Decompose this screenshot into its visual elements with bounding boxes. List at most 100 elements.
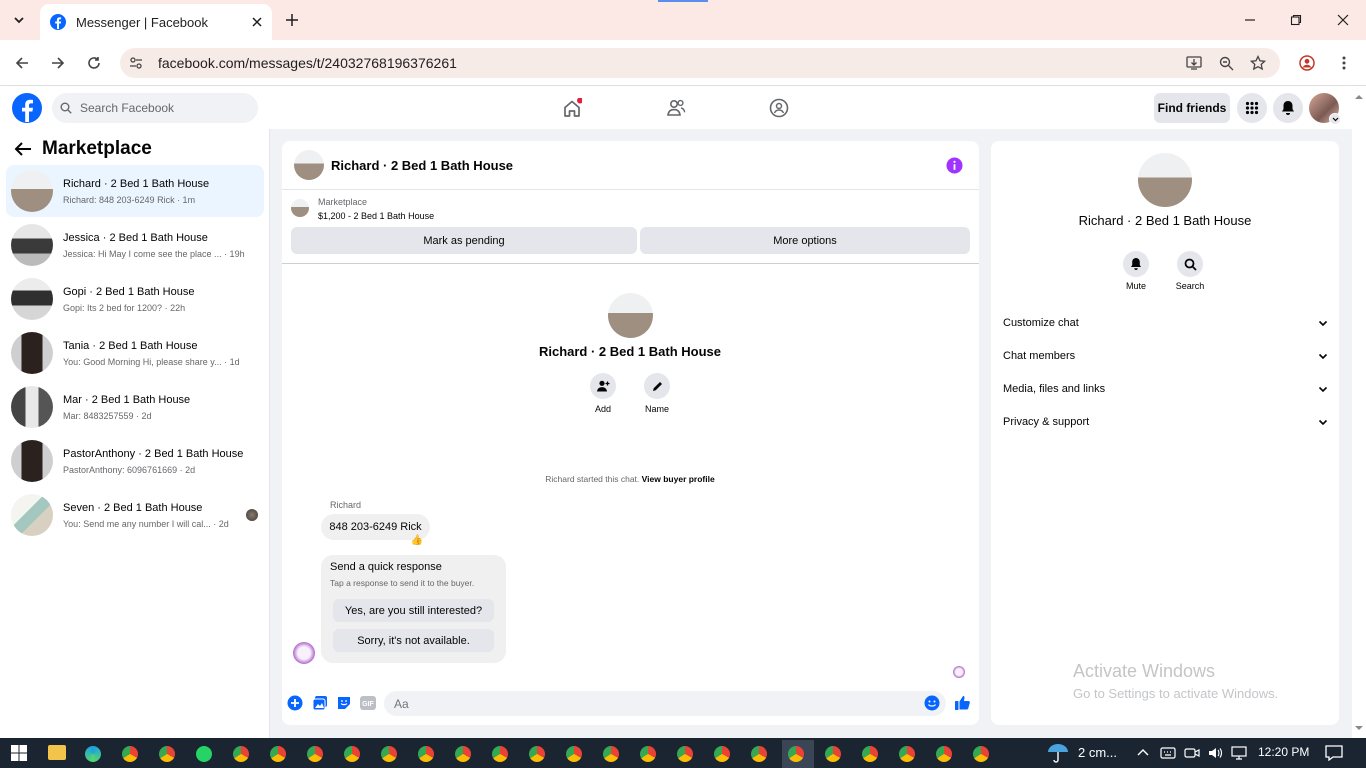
conversation-item[interactable]: Seven · 2 Bed 1 Bath House You: Send me a… — [6, 489, 264, 541]
install-app-button[interactable] — [1184, 53, 1204, 73]
menu-button[interactable] — [1237, 93, 1267, 123]
add-people-button[interactable] — [590, 373, 616, 399]
privacy-support-section[interactable]: Privacy & support — [1003, 411, 1328, 433]
site-settings-icon[interactable] — [128, 55, 144, 71]
nav-groups[interactable] — [769, 98, 789, 118]
forward-button[interactable] — [48, 53, 68, 73]
conversation-item[interactable]: Gopi · 2 Bed 1 Bath House Gopi: Its 2 bed… — [6, 273, 264, 325]
more-actions-button[interactable] — [287, 695, 303, 711]
reaction-badge[interactable]: 👍 — [409, 535, 425, 549]
chrome-icon[interactable] — [640, 746, 656, 762]
chrome-icon[interactable] — [233, 746, 249, 762]
address-bar[interactable]: facebook.com/messages/t/2403276819637626… — [120, 48, 1280, 78]
emoji-button[interactable] — [924, 695, 940, 711]
media-files-links-section[interactable]: Media, files and links — [1003, 378, 1328, 400]
notification-center-button[interactable] — [1325, 745, 1343, 761]
chrome-icon[interactable] — [492, 746, 508, 762]
attach-photo-button[interactable] — [312, 695, 328, 711]
view-buyer-profile-link[interactable]: View buyer profile — [642, 474, 715, 484]
nav-home[interactable] — [562, 98, 582, 118]
chrome-icon[interactable] — [455, 746, 471, 762]
account-chevron[interactable] — [1329, 113, 1341, 125]
window-close-button[interactable] — [1333, 10, 1353, 30]
chrome-icon[interactable] — [603, 746, 619, 762]
quick-response-still-interested[interactable]: Yes, are you still interested? — [333, 599, 494, 622]
back-arrow-button[interactable] — [14, 141, 32, 157]
listing-title[interactable]: $1,200 - 2 Bed 1 Bath House — [318, 211, 434, 221]
find-friends-button[interactable]: Find friends — [1154, 93, 1230, 123]
sticker-button[interactable] — [336, 695, 352, 711]
chrome-icon[interactable] — [381, 746, 397, 762]
keyboard-tray-icon[interactable] — [1160, 746, 1176, 760]
conversation-item[interactable]: Tania · 2 Bed 1 Bath House You: Good Morn… — [6, 327, 264, 379]
bookmark-button[interactable] — [1248, 53, 1268, 73]
restore-button[interactable] — [1286, 10, 1306, 30]
back-button[interactable] — [12, 53, 32, 73]
network-icon[interactable] — [1231, 746, 1247, 760]
chrome-icon[interactable] — [714, 746, 730, 762]
whatsapp-icon[interactable] — [196, 746, 212, 762]
conversation-info-button[interactable] — [946, 157, 963, 174]
facebook-search[interactable] — [52, 93, 258, 123]
quick-response-not-available[interactable]: Sorry, it's not available. — [333, 629, 494, 652]
mark-as-pending-button[interactable]: Mark as pending — [291, 227, 637, 254]
browser-tab[interactable]: Messenger | Facebook — [40, 4, 272, 40]
conversation-item[interactable]: Richard · 2 Bed 1 Bath House Richard: 848… — [6, 165, 264, 217]
chrome-icon[interactable] — [307, 746, 323, 762]
send-like-button[interactable] — [954, 694, 971, 711]
browser-menu-button[interactable] — [1334, 53, 1354, 73]
zoom-button[interactable] — [1216, 53, 1236, 73]
chrome-icon[interactable] — [788, 746, 804, 762]
chrome-icon[interactable] — [270, 746, 286, 762]
chrome-icon[interactable] — [825, 746, 841, 762]
volume-icon[interactable] — [1207, 746, 1223, 760]
chrome-icon[interactable] — [159, 746, 175, 762]
new-tab-button[interactable] — [282, 10, 302, 30]
name-chat-button[interactable] — [644, 373, 670, 399]
file-explorer-icon[interactable] — [48, 745, 66, 760]
weather-text[interactable]: 2 cm... — [1078, 745, 1117, 760]
message-input[interactable] — [394, 696, 914, 711]
conversation-item[interactable]: PastorAnthony · 2 Bed 1 Bath House Pastor… — [6, 435, 264, 487]
meet-now-icon[interactable] — [1184, 746, 1200, 760]
chrome-icon[interactable] — [751, 746, 767, 762]
chrome-icon[interactable] — [344, 746, 360, 762]
facebook-search-input[interactable] — [80, 101, 240, 115]
tab-search-button[interactable] — [8, 10, 30, 30]
chrome-icon[interactable] — [862, 746, 878, 762]
chat-avatar[interactable] — [294, 150, 324, 180]
weather-widget[interactable] — [1046, 743, 1070, 763]
gif-button[interactable]: GIF — [360, 696, 376, 710]
mute-button[interactable] — [1123, 251, 1149, 277]
customize-chat-section[interactable]: Customize chat — [1003, 312, 1328, 334]
notifications-button[interactable] — [1273, 93, 1303, 123]
details-photo[interactable] — [1138, 153, 1192, 207]
search-in-conversation-button[interactable] — [1177, 251, 1203, 277]
chrome-icon[interactable] — [122, 746, 138, 762]
start-button[interactable] — [11, 745, 27, 761]
chat-members-section[interactable]: Chat members — [1003, 345, 1328, 367]
chrome-icon[interactable] — [973, 746, 989, 762]
message-composer[interactable] — [384, 691, 946, 716]
conversation-item[interactable]: Jessica · 2 Bed 1 Bath House Jessica: Hi … — [6, 219, 264, 271]
minimize-button[interactable] — [1240, 10, 1260, 30]
close-icon[interactable] — [252, 17, 262, 27]
tray-overflow-button[interactable] — [1137, 747, 1149, 757]
reload-button[interactable] — [84, 53, 104, 73]
chrome-icon[interactable] — [899, 746, 915, 762]
listing-photo[interactable] — [291, 199, 309, 217]
chrome-icon[interactable] — [418, 746, 434, 762]
nav-friends[interactable] — [666, 99, 686, 117]
chrome-icon[interactable] — [677, 746, 693, 762]
edge-icon[interactable] — [85, 746, 101, 762]
url-text[interactable]: facebook.com/messages/t/2403276819637626… — [158, 55, 457, 71]
chrome-icon[interactable] — [566, 746, 582, 762]
chat-title[interactable]: Richard · 2 Bed 1 Bath House — [331, 158, 513, 173]
page-scrollbar[interactable] — [1352, 87, 1366, 738]
chrome-icon[interactable] — [529, 746, 545, 762]
clock[interactable]: 12:20 PM — [1258, 745, 1309, 759]
profile-button[interactable] — [1297, 53, 1317, 73]
conversation-item[interactable]: Mar · 2 Bed 1 Bath House Mar: 8483257559 … — [6, 381, 264, 433]
more-options-button[interactable]: More options — [640, 227, 970, 254]
chrome-icon[interactable] — [936, 746, 952, 762]
